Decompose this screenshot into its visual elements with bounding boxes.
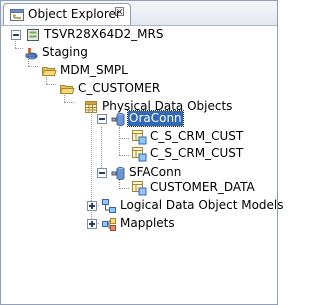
collapse-toggle-oraconn[interactable] [97, 114, 107, 124]
view-title: Object Explorer [28, 7, 121, 21]
tree-node-label: C_CUSTOMER [78, 81, 161, 95]
tree-node-label: SFAConn [129, 165, 182, 179]
tree-guide [28, 66, 38, 67]
object-tree: TSVR28X64D2_MRS Staging MDM_SMPL C_CUSTO… [1, 26, 284, 304]
collapse-toggle-sfaconn[interactable] [97, 168, 107, 178]
folder-open-icon [41, 63, 57, 79]
project-icon [23, 45, 39, 61]
tree-guide [119, 138, 129, 139]
expand-toggle-mapplets[interactable] [87, 219, 97, 229]
tree-guide [46, 84, 56, 85]
tree-node-label: OraConn [127, 110, 184, 127]
tree-node-label: C_S_CRM_CUST [150, 146, 244, 160]
data-object-icon [131, 129, 147, 145]
tree-guide [119, 155, 129, 156]
tree-guide [101, 127, 102, 172]
expand-toggle-logical-models[interactable] [87, 201, 97, 211]
tree-node-label: MDM_SMPL [60, 63, 128, 77]
tree-node-label: Staging [42, 45, 88, 59]
tree-node-label: Logical Data Object Models [120, 198, 284, 212]
object-explorer-icon [9, 7, 25, 26]
folder-open-icon [59, 81, 75, 97]
close-icon[interactable]: ☒ [113, 6, 126, 19]
logical-model-icon [101, 198, 117, 214]
tree-node-label: CUSTOMER_DATA [150, 180, 255, 194]
database-connection-icon [110, 165, 126, 181]
view-tab-bar: Object Explorer ☒ [1, 1, 277, 26]
tree-guide [64, 102, 74, 103]
tree-node-label: TSVR28X64D2_MRS [44, 27, 164, 41]
tree-guide [119, 127, 120, 155]
data-object-icon [131, 180, 147, 196]
mapplet-icon [101, 216, 117, 232]
tree-guide [119, 188, 129, 189]
data-object-icon [131, 146, 147, 162]
table-grid-icon [83, 99, 99, 115]
object-explorer-view: Object Explorer ☒ TSVR28X64D2_MRS Stagin… [0, 0, 284, 305]
object-explorer-tab[interactable]: Object Explorer ☒ [3, 3, 131, 25]
tree-node-label: C_S_CRM_CUST [150, 129, 244, 143]
collapse-toggle-repository[interactable] [11, 30, 21, 40]
tree-guide [15, 48, 23, 49]
database-connection-icon [110, 111, 126, 127]
repository-icon [25, 27, 41, 43]
tree-node-label: Mapplets [120, 216, 175, 230]
